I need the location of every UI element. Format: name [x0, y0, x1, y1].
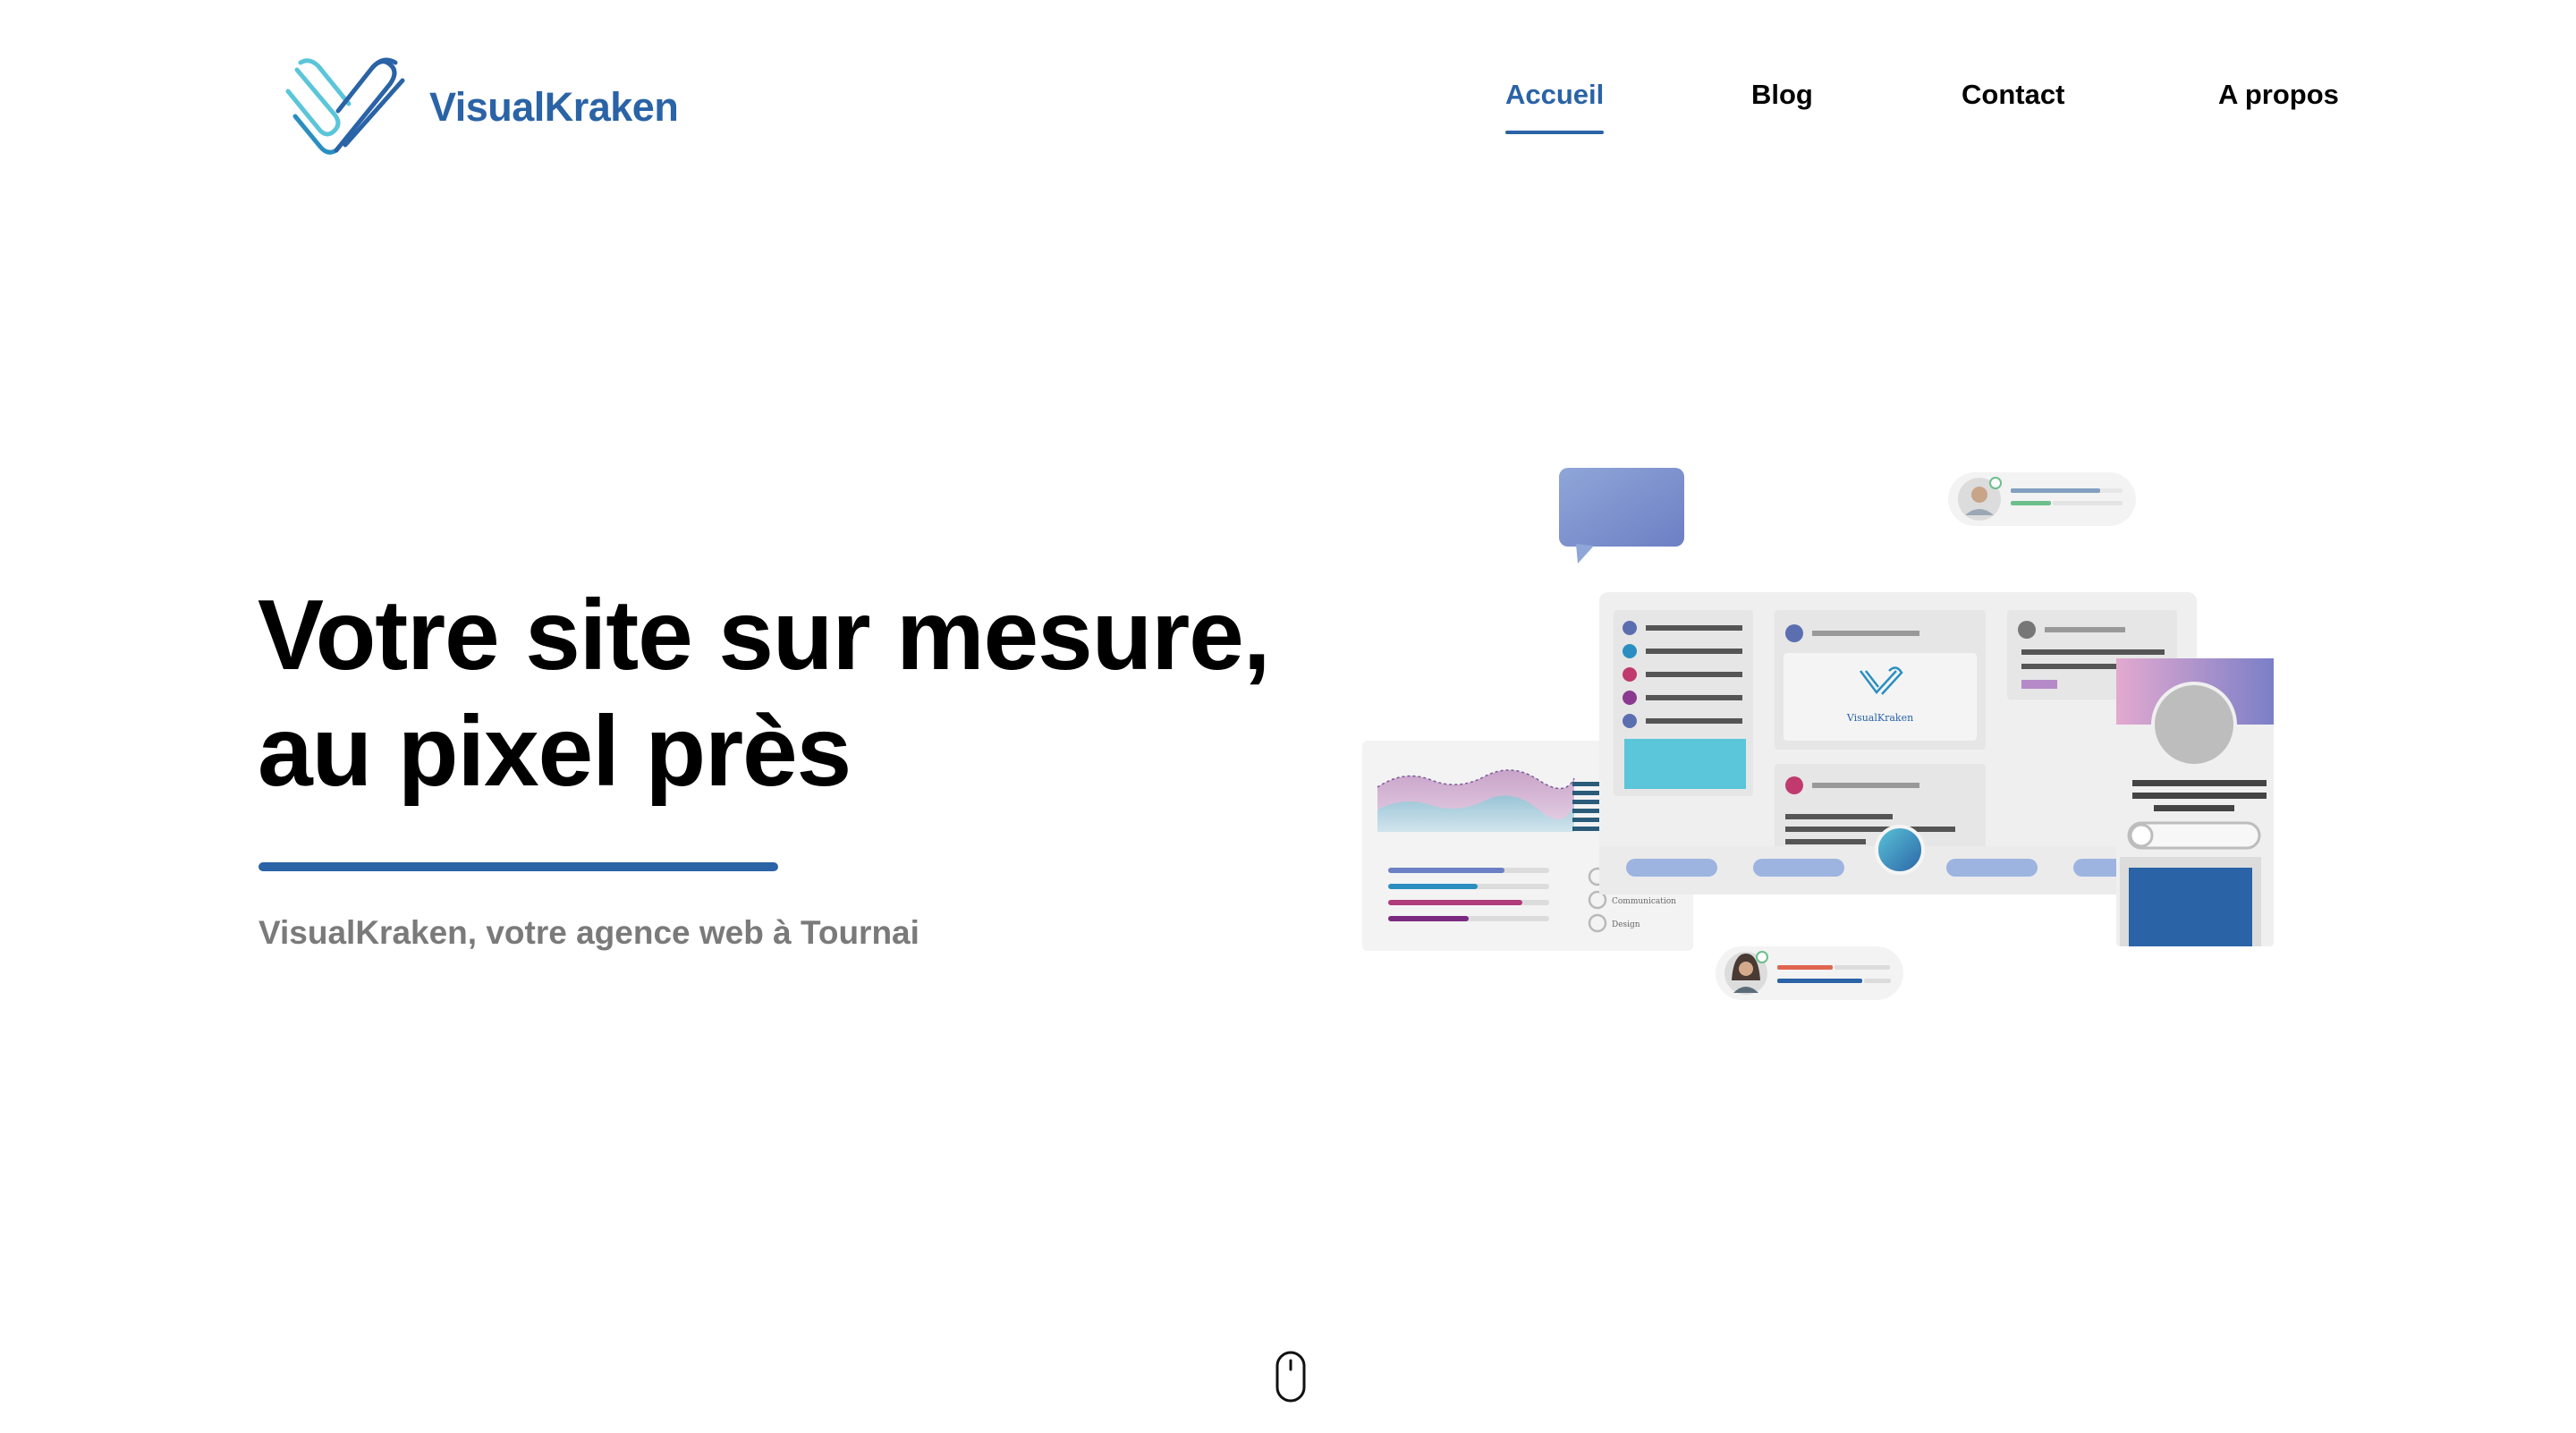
- profile-card: [2116, 658, 2274, 946]
- nav-link-blog[interactable]: Blog: [1751, 79, 1813, 111]
- hero-divider: [258, 862, 778, 871]
- nav-link-a-propos[interactable]: A propos: [2218, 79, 2339, 111]
- nav-link-accueil[interactable]: Accueil: [1505, 79, 1605, 134]
- dashboard-panel: VisualKraken: [1599, 592, 2197, 895]
- chat-bubble-icon: [1559, 468, 1684, 564]
- main-nav: Accueil Blog Contact A propos: [0, 79, 2576, 141]
- user-chip-top: [1948, 472, 2136, 526]
- active-nav-indicator: [1505, 131, 1605, 134]
- illustration-logo-text: VisualKraken: [1846, 712, 1913, 724]
- legend-design: Design: [1612, 920, 1640, 929]
- hero-title: Votre site sur mesure, au pixel près: [258, 580, 1271, 807]
- legend-communication: Communication: [1612, 897, 1676, 906]
- mouse-scroll-icon[interactable]: [1275, 1351, 1306, 1403]
- user-chip-bottom: [1716, 946, 1903, 1000]
- hero-illustration: Communication Design VisualKraken: [1362, 468, 2274, 1000]
- nav-link-contact[interactable]: Contact: [1962, 79, 2064, 111]
- hero-subtitle: VisualKraken, votre agence web à Tournai: [258, 914, 919, 951]
